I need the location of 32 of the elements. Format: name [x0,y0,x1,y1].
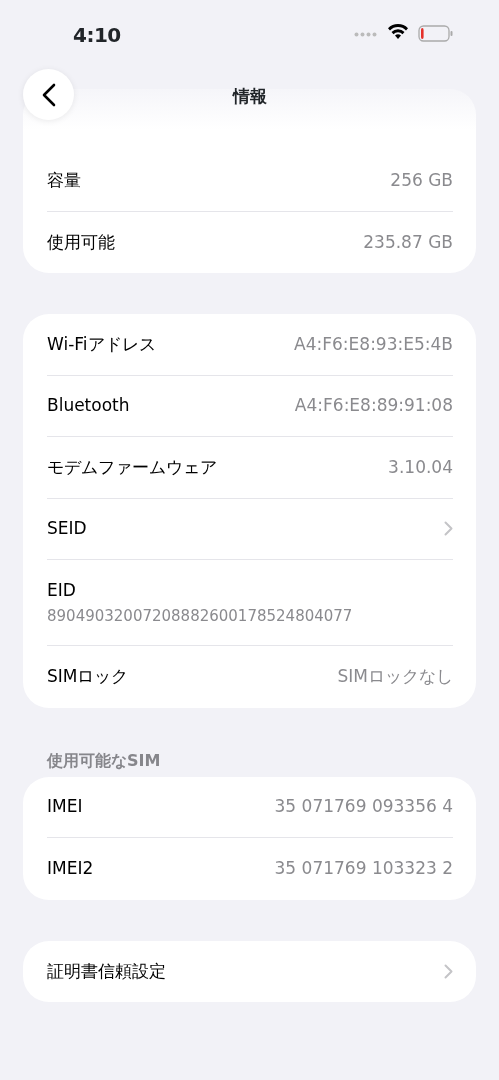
signal-icon [354,32,378,37]
row-label: 容量 [47,168,81,192]
settings-row[interactable]: SEID [47,498,453,560]
settings-row[interactable]: 証明書信頼設定 [47,940,453,1002]
row-value: SIMロックなし [337,665,453,688]
back-button[interactable] [23,69,74,120]
status-time: 4:10 [73,22,121,49]
wifi-icon [387,24,409,40]
row-value: 35 071769 103323 2 [274,857,453,880]
row-label: Bluetooth [47,394,130,417]
chevron-icon [444,521,453,537]
row-value: 89049032007208882600178524804077 [47,606,353,627]
row-value: A4:F6:E8:89:91:08 [294,394,453,417]
row-value: 256 GB [390,168,453,192]
row-value: 35 071769 093356 4 [274,795,453,818]
row-label: IMEI [47,795,83,818]
section-header: 使用可能なSIM [45,749,162,772]
row-label: SIMロック [47,665,129,688]
row-label: モデムファームウェア [47,455,217,479]
battery-icon [418,25,454,42]
row-label: 使用可能 [47,230,115,254]
row-label: SEID [47,517,87,540]
row-label: 証明書信頼設定 [47,959,166,983]
chevron-icon [444,963,453,979]
row-label: Wi-Fiアドレス [47,332,156,356]
page-title: 情報 [231,85,268,108]
row-value: 3.10.04 [388,455,453,479]
row-label: IMEI2 [47,857,94,880]
row-value: 235.87 GB [363,230,453,254]
row-value: A4:F6:E8:93:E5:4B [294,332,453,356]
row-label: EID [47,578,76,602]
back-icon [41,82,56,107]
